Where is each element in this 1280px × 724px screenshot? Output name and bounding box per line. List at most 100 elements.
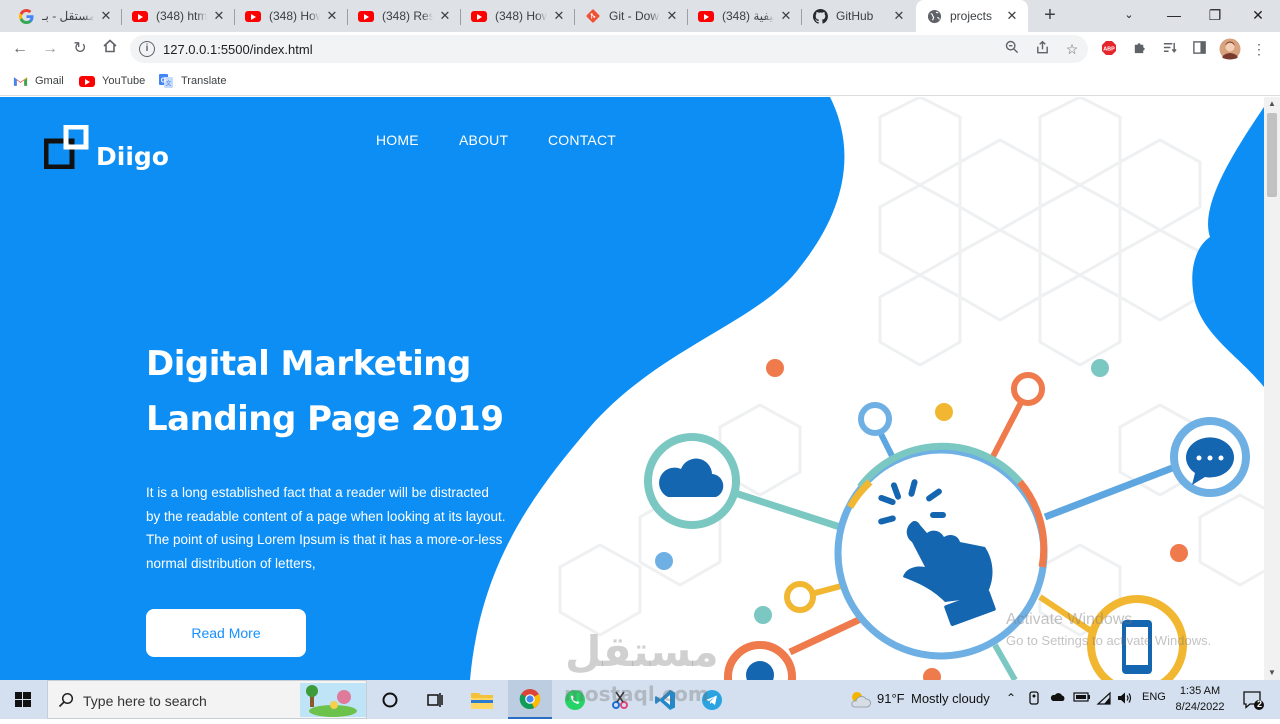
site-logo[interactable] [44, 125, 90, 169]
bookmark-gmail[interactable]: Gmail [12, 72, 64, 90]
tab-title: GitHub [836, 9, 874, 23]
close-tab-icon[interactable]: ✕ [211, 8, 227, 24]
translate-icon: G文 [158, 73, 174, 89]
home-icon[interactable] [99, 38, 121, 60]
tab-title: projects [950, 9, 993, 23]
side-panel-icon[interactable] [1190, 40, 1208, 58]
battery-icon[interactable] [1073, 691, 1091, 706]
tab-2[interactable]: (348) How ✕ [235, 0, 348, 32]
windows-logo-icon [15, 692, 31, 707]
taskbar-search[interactable]: Type here to search [47, 680, 367, 719]
tab-0[interactable]: مستقل - بـ ✕ [8, 0, 122, 32]
tab-6[interactable]: (348) كيفية ✕ [688, 0, 802, 32]
hero-description: It is a long established fact that a rea… [146, 485, 506, 571]
bookmark-star-icon[interactable]: ☆ [1063, 40, 1081, 58]
tab-strip: مستقل - بـ ✕ (348) html ✕ (348) How ✕ (3… [0, 0, 1280, 32]
logo-text[interactable]: Diigo [96, 142, 169, 171]
search-placeholder: Type here to search [83, 693, 207, 709]
task-view-icon[interactable] [420, 685, 450, 715]
meet-now-icon[interactable] [1028, 691, 1042, 708]
volume-icon[interactable] [1117, 691, 1133, 708]
page-scrollbar[interactable]: ▲ ▼ [1264, 97, 1280, 680]
address-bar[interactable]: i 127.0.0.1:5500/index.html ☆ [130, 35, 1088, 63]
nav-contact[interactable]: CONTACT [548, 132, 616, 148]
onedrive-cloud-icon[interactable] [1050, 691, 1066, 706]
tab-1[interactable]: (348) html ✕ [122, 0, 235, 32]
site-info-icon[interactable]: i [139, 41, 155, 57]
weather-temperature[interactable]: 91°F [877, 691, 905, 706]
bookmark-translate[interactable]: G文 Translate [158, 72, 226, 90]
weather-description[interactable]: Mostly cloudy [911, 691, 990, 706]
file-explorer-icon[interactable] [467, 685, 497, 715]
github-icon [812, 8, 828, 24]
share-icon[interactable] [1033, 40, 1051, 58]
close-tab-icon[interactable]: ✕ [1004, 8, 1020, 24]
back-arrow-icon[interactable]: ← [9, 38, 31, 60]
weather-cloud-sun-icon[interactable] [845, 685, 875, 715]
tab-title: (348) كيفية [722, 9, 774, 23]
close-tab-icon[interactable]: ✕ [891, 8, 907, 24]
tab-search-chevron-icon[interactable]: ⌄ [1107, 0, 1151, 32]
new-tab-button[interactable]: + [1038, 4, 1062, 28]
youtube-icon [132, 8, 148, 24]
git-icon [585, 8, 601, 24]
tab-7[interactable]: GitHub ✕ [802, 0, 915, 32]
reload-icon[interactable]: ↻ [69, 38, 91, 60]
scroll-down-arrow-icon[interactable]: ▼ [1264, 666, 1280, 680]
youtube-icon [471, 8, 487, 24]
tab-8-active[interactable]: projects ✕ [916, 0, 1028, 32]
scroll-up-arrow-icon[interactable]: ▲ [1264, 97, 1280, 111]
blue-side-blob [1192, 107, 1264, 387]
notification-count-badge: 2 [1257, 699, 1263, 709]
cortana-icon[interactable] [375, 685, 405, 715]
taskbar-clock[interactable]: 1:35 AM 8/24/2022 [1170, 683, 1230, 715]
forward-arrow-icon[interactable]: → [39, 38, 61, 60]
zoom-icon[interactable] [1003, 40, 1021, 58]
url-text[interactable]: 127.0.0.1:5500/index.html [163, 42, 313, 57]
read-more-button[interactable]: Read More [146, 609, 306, 657]
wifi-icon[interactable] [1096, 691, 1112, 708]
tray-chevron-up-icon[interactable]: ⌃ [1006, 691, 1016, 705]
adblock-plus-icon[interactable]: ABP [1100, 40, 1118, 58]
close-tab-icon[interactable]: ✕ [324, 8, 340, 24]
tab-4[interactable]: (348) How ✕ [461, 0, 575, 32]
chrome-taskbar-icon[interactable] [508, 680, 552, 719]
windows-taskbar: Type here to search mostaql.com 91°F Mos… [0, 680, 1280, 719]
youtube-icon [358, 8, 374, 24]
search-icon [58, 692, 74, 708]
close-tab-icon[interactable]: ✕ [437, 8, 453, 24]
nav-about[interactable]: ABOUT [459, 132, 508, 148]
nav-home[interactable]: HOME [376, 132, 419, 148]
close-tab-icon[interactable]: ✕ [551, 8, 567, 24]
tab-title: مستقل - بـ [42, 9, 94, 23]
mostaql-watermark: مستقل [565, 627, 719, 676]
close-tab-icon[interactable]: ✕ [778, 8, 794, 24]
globe-icon [926, 8, 942, 24]
close-tab-icon[interactable]: ✕ [98, 8, 114, 24]
browser-menu-icon[interactable]: ⋮ [1250, 40, 1268, 58]
start-button[interactable] [0, 680, 46, 719]
hero-title: Digital Marketing Landing Page 2019 [146, 337, 566, 447]
notifications-button[interactable]: 2 [1238, 685, 1268, 715]
clock-date: 8/24/2022 [1175, 701, 1225, 713]
tab-5[interactable]: Git - Down ✕ [575, 0, 688, 32]
search-highlight-illustration [300, 683, 366, 717]
profile-avatar[interactable] [1219, 38, 1241, 60]
bookmark-youtube[interactable]: YouTube [79, 72, 145, 90]
tab-3[interactable]: (348) Resp ✕ [348, 0, 461, 32]
maximize-button[interactable]: ❐ [1193, 0, 1237, 32]
mostaql-domain-watermark: mostaql.com [564, 682, 709, 706]
language-indicator[interactable]: ENG [1142, 691, 1166, 703]
hero-title-line-2: Landing Page 2019 [146, 399, 504, 439]
minimize-button[interactable]: — [1152, 0, 1196, 32]
google-icon [18, 8, 34, 24]
reading-list-icon[interactable] [1160, 40, 1178, 58]
scrollbar-thumb[interactable] [1267, 113, 1277, 197]
tab-title: (348) html [156, 9, 207, 23]
close-tab-icon[interactable]: ✕ [664, 8, 680, 24]
browser-toolbar: ← → ↻ i 127.0.0.1:5500/index.html ☆ ABP … [0, 32, 1280, 66]
activate-windows-subtitle: Go to Settings to activate Windows. [1006, 633, 1212, 648]
extensions-puzzle-icon[interactable] [1130, 40, 1148, 58]
close-window-button[interactable]: ✕ [1236, 0, 1280, 32]
bookmark-label: YouTube [102, 75, 146, 87]
